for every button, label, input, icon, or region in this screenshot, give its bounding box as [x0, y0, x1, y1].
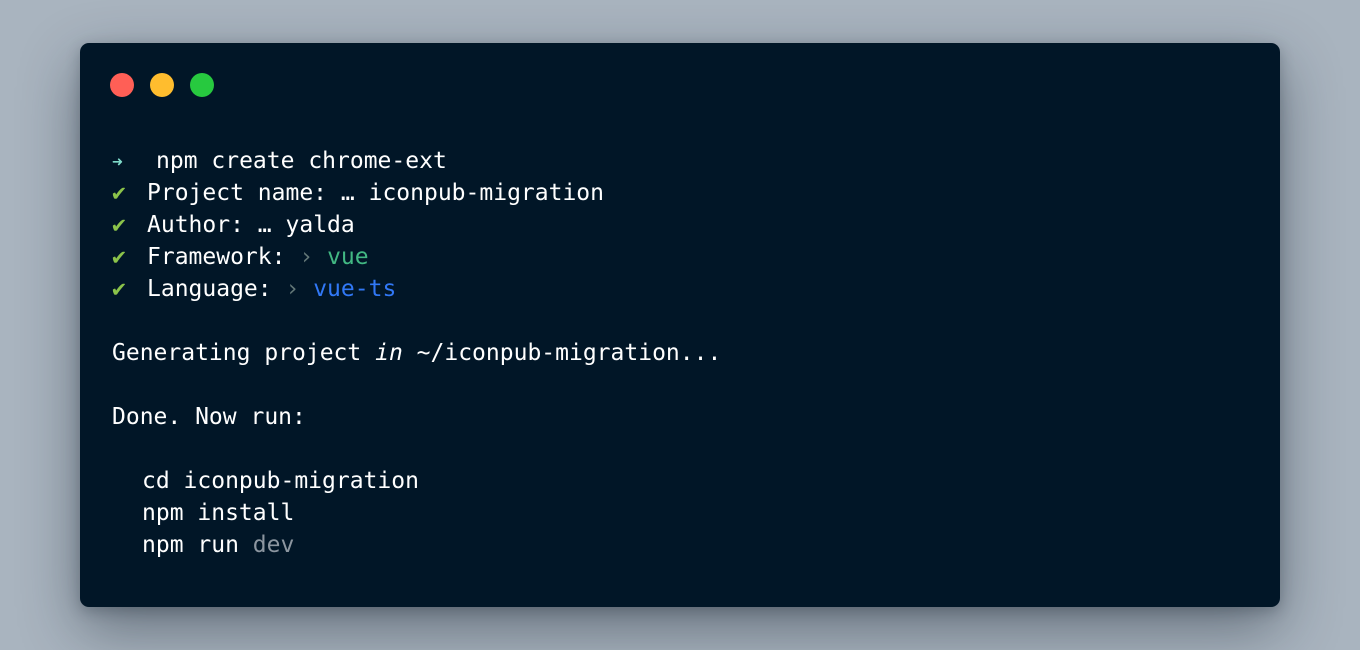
- command-text: npm install: [142, 500, 295, 526]
- chevron-right-icon: ›: [285, 276, 300, 302]
- terminal-window: ➜ npm create chrome-ext ✔ Project name: … …: [80, 43, 1280, 607]
- close-button[interactable]: [110, 73, 134, 97]
- check-icon: ✔: [112, 244, 126, 270]
- prompt-command: npm create chrome-ext: [156, 148, 447, 174]
- check-icon: ✔: [112, 212, 126, 238]
- generating-keyword: in: [375, 340, 403, 366]
- chevron-right-icon: ›: [299, 244, 314, 270]
- prompt-line: ➜ npm create chrome-ext: [112, 145, 1250, 177]
- answer-label: Language:: [147, 276, 272, 302]
- answer-line-author: ✔ Author: … yalda: [112, 209, 1250, 241]
- answer-line-language: ✔ Language: › vue-ts: [112, 273, 1250, 305]
- generating-prefix: Generating project: [112, 340, 362, 366]
- command-text: npm run: [142, 532, 239, 558]
- answer-value: vue: [327, 244, 369, 270]
- check-icon: ✔: [112, 180, 126, 206]
- generating-path: ~/iconpub-migration...: [416, 340, 722, 366]
- answer-label: Project name:: [147, 180, 328, 206]
- answer-label: Framework:: [147, 244, 286, 270]
- minimize-button[interactable]: [150, 73, 174, 97]
- command-text: cd iconpub-migration: [142, 468, 419, 494]
- answer-line-framework: ✔ Framework: › vue: [112, 241, 1250, 273]
- generating-line: Generating project in ~/iconpub-migratio…: [112, 337, 1250, 369]
- answer-separator: …: [257, 212, 272, 238]
- check-icon: ✔: [112, 276, 126, 302]
- window-controls: [110, 73, 214, 97]
- command-line-cd: cd iconpub-migration: [112, 465, 1250, 497]
- terminal-output[interactable]: ➜ npm create chrome-ext ✔ Project name: … …: [112, 145, 1250, 561]
- answer-separator: …: [340, 180, 355, 206]
- command-line-dev: npm run dev: [112, 529, 1250, 561]
- answer-value: yalda: [285, 212, 355, 238]
- zoom-button[interactable]: [190, 73, 214, 97]
- answer-label: Author:: [147, 212, 244, 238]
- answer-value: iconpub-migration: [368, 180, 604, 206]
- command-line-install: npm install: [112, 497, 1250, 529]
- command-suffix: dev: [252, 532, 295, 558]
- done-line: Done. Now run:: [112, 404, 306, 430]
- answer-value: vue-ts: [313, 276, 397, 302]
- answer-line-project-name: ✔ Project name: … iconpub-migration: [112, 177, 1250, 209]
- prompt-arrow-icon: ➜: [112, 152, 123, 173]
